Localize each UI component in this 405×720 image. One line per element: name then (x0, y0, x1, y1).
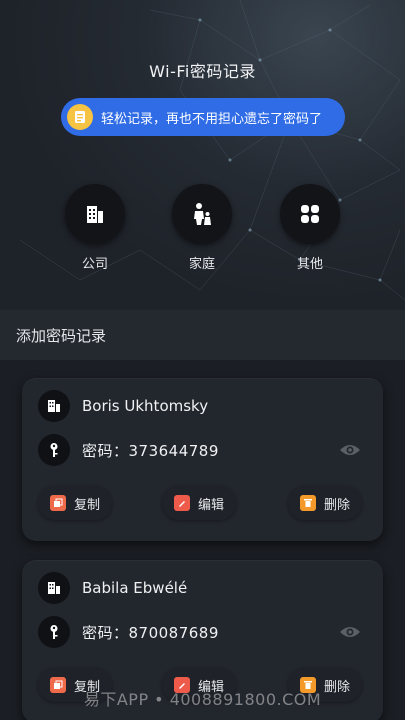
watermark: 易下APP • 4008891800.COM (83, 690, 322, 709)
record-password: 密码：870087689 (82, 623, 219, 642)
grid-icon (280, 184, 340, 244)
header-hero: Wi-Fi密码记录 轻松记录，再也不用担心遗忘了密码了 公司 家庭 其他 (0, 0, 405, 310)
key-icon (38, 616, 70, 648)
copy-label: 复制 (74, 497, 101, 513)
copy-button[interactable]: 复制 (38, 486, 113, 520)
family-icon (172, 184, 232, 244)
category-label: 家庭 (188, 257, 215, 272)
record-list: Boris Ukhtomsky 密码：373644789 复制 编辑 删除 Ba… (0, 360, 405, 720)
delete-button[interactable]: 删除 (288, 486, 363, 520)
category-company[interactable]: 公司 (64, 184, 126, 272)
record-password-row: 密码：870087689 (38, 616, 219, 648)
eye-icon[interactable] (339, 442, 361, 462)
section-header: 添加密码记录 (0, 310, 405, 360)
category-label: 其他 (296, 257, 323, 272)
note-icon (67, 104, 93, 130)
category-label: 公司 (81, 257, 108, 272)
key-icon (38, 434, 70, 466)
trash-icon (300, 495, 316, 511)
category-family[interactable]: 家庭 (171, 184, 233, 272)
record-name: Babila Ebwélé (82, 579, 188, 597)
record-password-row: 密码：373644789 (38, 434, 219, 466)
eye-icon[interactable] (339, 624, 361, 644)
category-other[interactable]: 其他 (279, 184, 341, 272)
page-title: Wi-Fi密码记录 (149, 62, 256, 81)
edit-button[interactable]: 编辑 (162, 486, 237, 520)
edit-icon (174, 495, 190, 511)
record-actions: 复制 编辑 删除 (38, 486, 368, 520)
category-row: 公司 家庭 其他 (0, 184, 405, 274)
info-banner: 轻松记录，再也不用担心遗忘了密码了 (61, 98, 345, 136)
record-card: Boris Ukhtomsky 密码：373644789 复制 编辑 删除 (22, 378, 383, 541)
delete-label: 删除 (324, 497, 351, 513)
record-name-row: Boris Ukhtomsky (38, 390, 208, 422)
record-name-row: Babila Ebwélé (38, 572, 187, 604)
banner-text: 轻松记录，再也不用担心遗忘了密码了 (101, 111, 323, 127)
building-icon (38, 572, 70, 604)
record-password: 密码：373644789 (82, 441, 219, 460)
copy-icon (50, 495, 66, 511)
building-icon (38, 390, 70, 422)
building-icon (65, 184, 125, 244)
record-name: Boris Ukhtomsky (82, 397, 209, 415)
edit-label: 编辑 (198, 497, 225, 513)
